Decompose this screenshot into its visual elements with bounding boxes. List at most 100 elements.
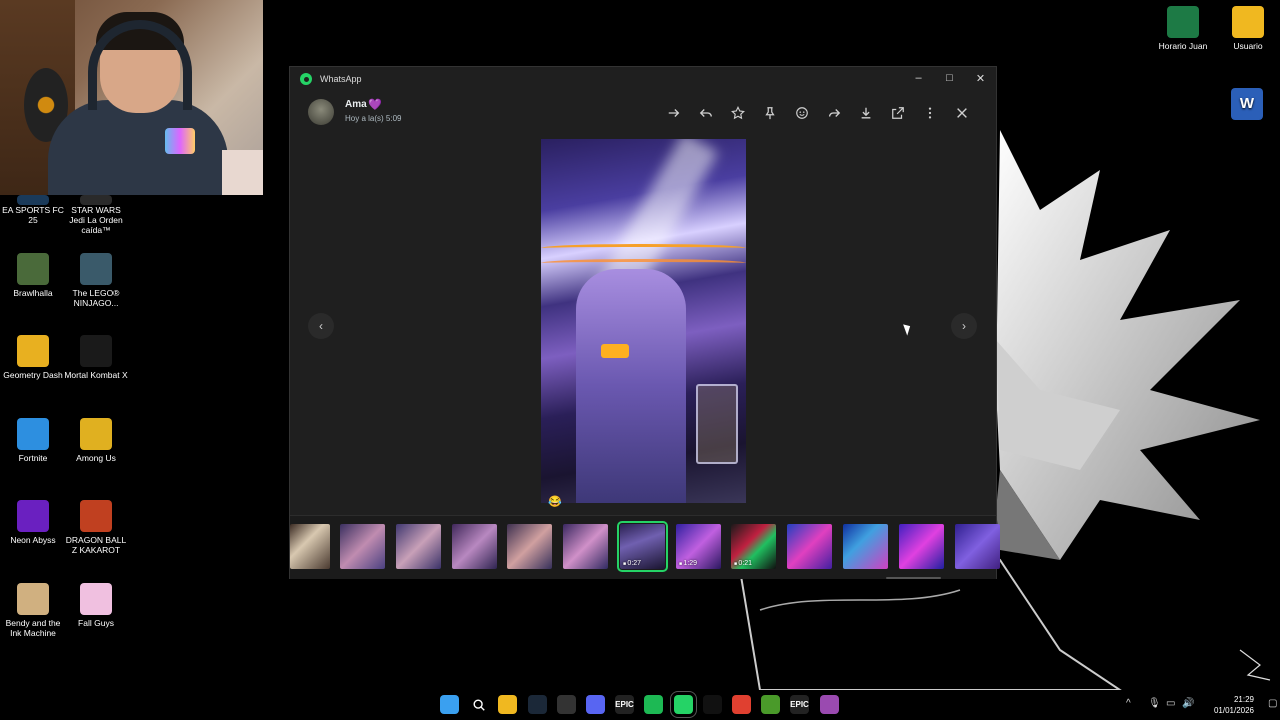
media-thumbnail[interactable] [843,524,888,569]
contact-heart-emoji: 💜 [368,99,382,111]
desktop-icon-ea-fc[interactable]: EA SPORTS FC 25 [0,195,66,225]
mouse-cursor [903,322,913,336]
tray-chevron-icon[interactable]: ^ [1126,698,1131,709]
go-to-message-button[interactable] [658,105,690,121]
dragon-ball-icon [80,500,112,532]
media-thumbnail[interactable] [787,524,832,569]
media-video-player[interactable] [541,139,746,503]
microphone-icon[interactable]: 🎙 [1148,698,1161,709]
media-thumbnail[interactable] [563,524,608,569]
fall-guys-taskbar-icon[interactable] [820,695,839,714]
pin-icon [765,107,775,120]
search-icon[interactable] [469,695,488,714]
media-thumbnail[interactable]: 0:27 [617,521,668,572]
forward-button[interactable] [818,105,850,121]
minecraft-icon[interactable] [761,695,780,714]
geometry-dash-icon [17,335,49,367]
steam-icon[interactable] [528,695,547,714]
contact-avatar[interactable] [308,99,334,125]
desktop-icon-fortnite[interactable]: Fortnite [0,418,66,463]
message-reaction[interactable]: 😂 [548,495,562,508]
video-duration: 0:27 [623,560,641,567]
desktop-icon-label: Geometry Dash [3,370,63,380]
more-options-button[interactable] [914,105,946,121]
folder-icon [1232,6,1264,38]
next-media-button[interactable]: › [951,313,977,339]
reply-button[interactable] [690,105,722,121]
desktop-icon-bendy[interactable]: Bendy and the Ink Machine [0,583,66,638]
previous-media-button[interactable]: ‹ [308,313,334,339]
media-toolbar [658,105,978,121]
desktop-icon-label: EA SPORTS FC 25 [2,205,64,225]
media-thumbnail[interactable] [452,524,497,569]
whatsapp-window: WhatsApp – □ ✕ Ama 💜 Hoy a la(s) 5:09 ‹ … [289,66,1000,579]
desktop-icon-fall-guys[interactable]: Fall Guys [63,583,129,628]
ea-fc-icon [17,195,49,205]
epic-games-icon[interactable]: EPIC [615,695,634,714]
media-thumbnail[interactable] [396,524,441,569]
taskbar-clock[interactable]: 21:29 01/01/2026 [1214,694,1254,716]
video-duration: 1:29 [679,560,697,567]
discord-icon[interactable] [586,695,605,714]
star-button[interactable] [722,105,754,121]
desktop-icon-lego-ninjago[interactable]: The LEGO® NINJAGO... [63,253,129,308]
react-button[interactable] [786,105,818,121]
title-bar: WhatsApp – □ ✕ [290,67,996,91]
network-icon[interactable]: ▭ [1166,698,1175,709]
desktop-icon-label: Horario Juan [1158,41,1208,51]
window-controls: – □ ✕ [903,67,996,89]
webcam-overlay [0,0,263,195]
desktop-icon-label: Fortnite [18,453,48,463]
minimize-button[interactable]: – [903,67,934,89]
capcut-icon[interactable] [703,695,722,714]
open-external-button[interactable] [882,105,914,121]
media-thumbnail[interactable] [290,524,330,569]
file-explorer-icon[interactable] [498,695,517,714]
start-menu-icon[interactable] [440,695,459,714]
notifications-icon[interactable]: ▢ [1268,698,1277,709]
taskbar: ^ 🎙 ▭ 🔊 21:29 01/01/2026 ▢ EPIC EPIC [0,690,1280,720]
spotify-icon[interactable] [644,695,663,714]
clock-time: 21:29 [1233,695,1254,704]
star-wars-icon [80,195,112,205]
whatsapp-icon[interactable] [670,691,697,718]
desktop-icon-among-us[interactable]: Among Us [63,418,129,463]
chrome-icon[interactable] [732,695,751,714]
desktop-icon-folder[interactable]: Usuario [1215,6,1280,51]
more-options-icon [928,107,932,119]
desktop-icon-geometry-dash[interactable]: Geometry Dash [0,335,66,380]
desktop-icon-label: DRAGON BALL Z KAKAROT [65,535,127,555]
bendy-icon [17,583,49,615]
desktop-icon-word[interactable]: W [1214,88,1280,123]
among-us-icon [80,418,112,450]
desktop-icon-mortal-kombat[interactable]: Mortal Kombat X [63,335,129,380]
desktop-icon-label: Fall Guys [78,618,114,628]
desktop-icon-label: Mortal Kombat X [64,370,128,380]
media-thumbnail[interactable]: 1:29 [676,524,721,569]
forward-icon [828,109,841,117]
desktop-icon-neon-abyss[interactable]: Neon Abyss [0,500,66,545]
word-icon: W [1231,88,1263,120]
media-thumbnail[interactable] [955,524,1000,569]
thumbnail-scrollbar[interactable] [886,577,941,579]
close-viewer-button[interactable] [946,105,978,121]
whatsapp-logo-icon [300,73,312,85]
pin-button[interactable] [754,105,786,121]
maximize-button[interactable]: □ [934,67,965,89]
fortnite-icon [17,418,49,450]
desktop-icon-label: Neon Abyss [10,535,56,545]
gpu-settings-icon[interactable] [557,695,576,714]
volume-icon[interactable]: 🔊 [1182,698,1194,709]
excel-icon [1167,6,1199,38]
media-thumbnail[interactable]: 0:21 [731,524,776,569]
epic-games-2-icon[interactable]: EPIC [790,695,809,714]
desktop-icon-excel[interactable]: Horario Juan [1150,6,1216,51]
desktop-icon-brawlhalla[interactable]: Brawlhalla [0,253,66,298]
desktop-icon-dragon-ball[interactable]: DRAGON BALL Z KAKAROT [63,500,129,555]
media-thumbnail[interactable] [899,524,944,569]
close-window-button[interactable]: ✕ [965,67,996,89]
media-thumbnail[interactable] [340,524,385,569]
media-thumbnail[interactable] [507,524,552,569]
download-button[interactable] [850,105,882,121]
desktop-icon-star-wars[interactable]: STAR WARS Jedi La Orden caída™ [63,195,129,235]
